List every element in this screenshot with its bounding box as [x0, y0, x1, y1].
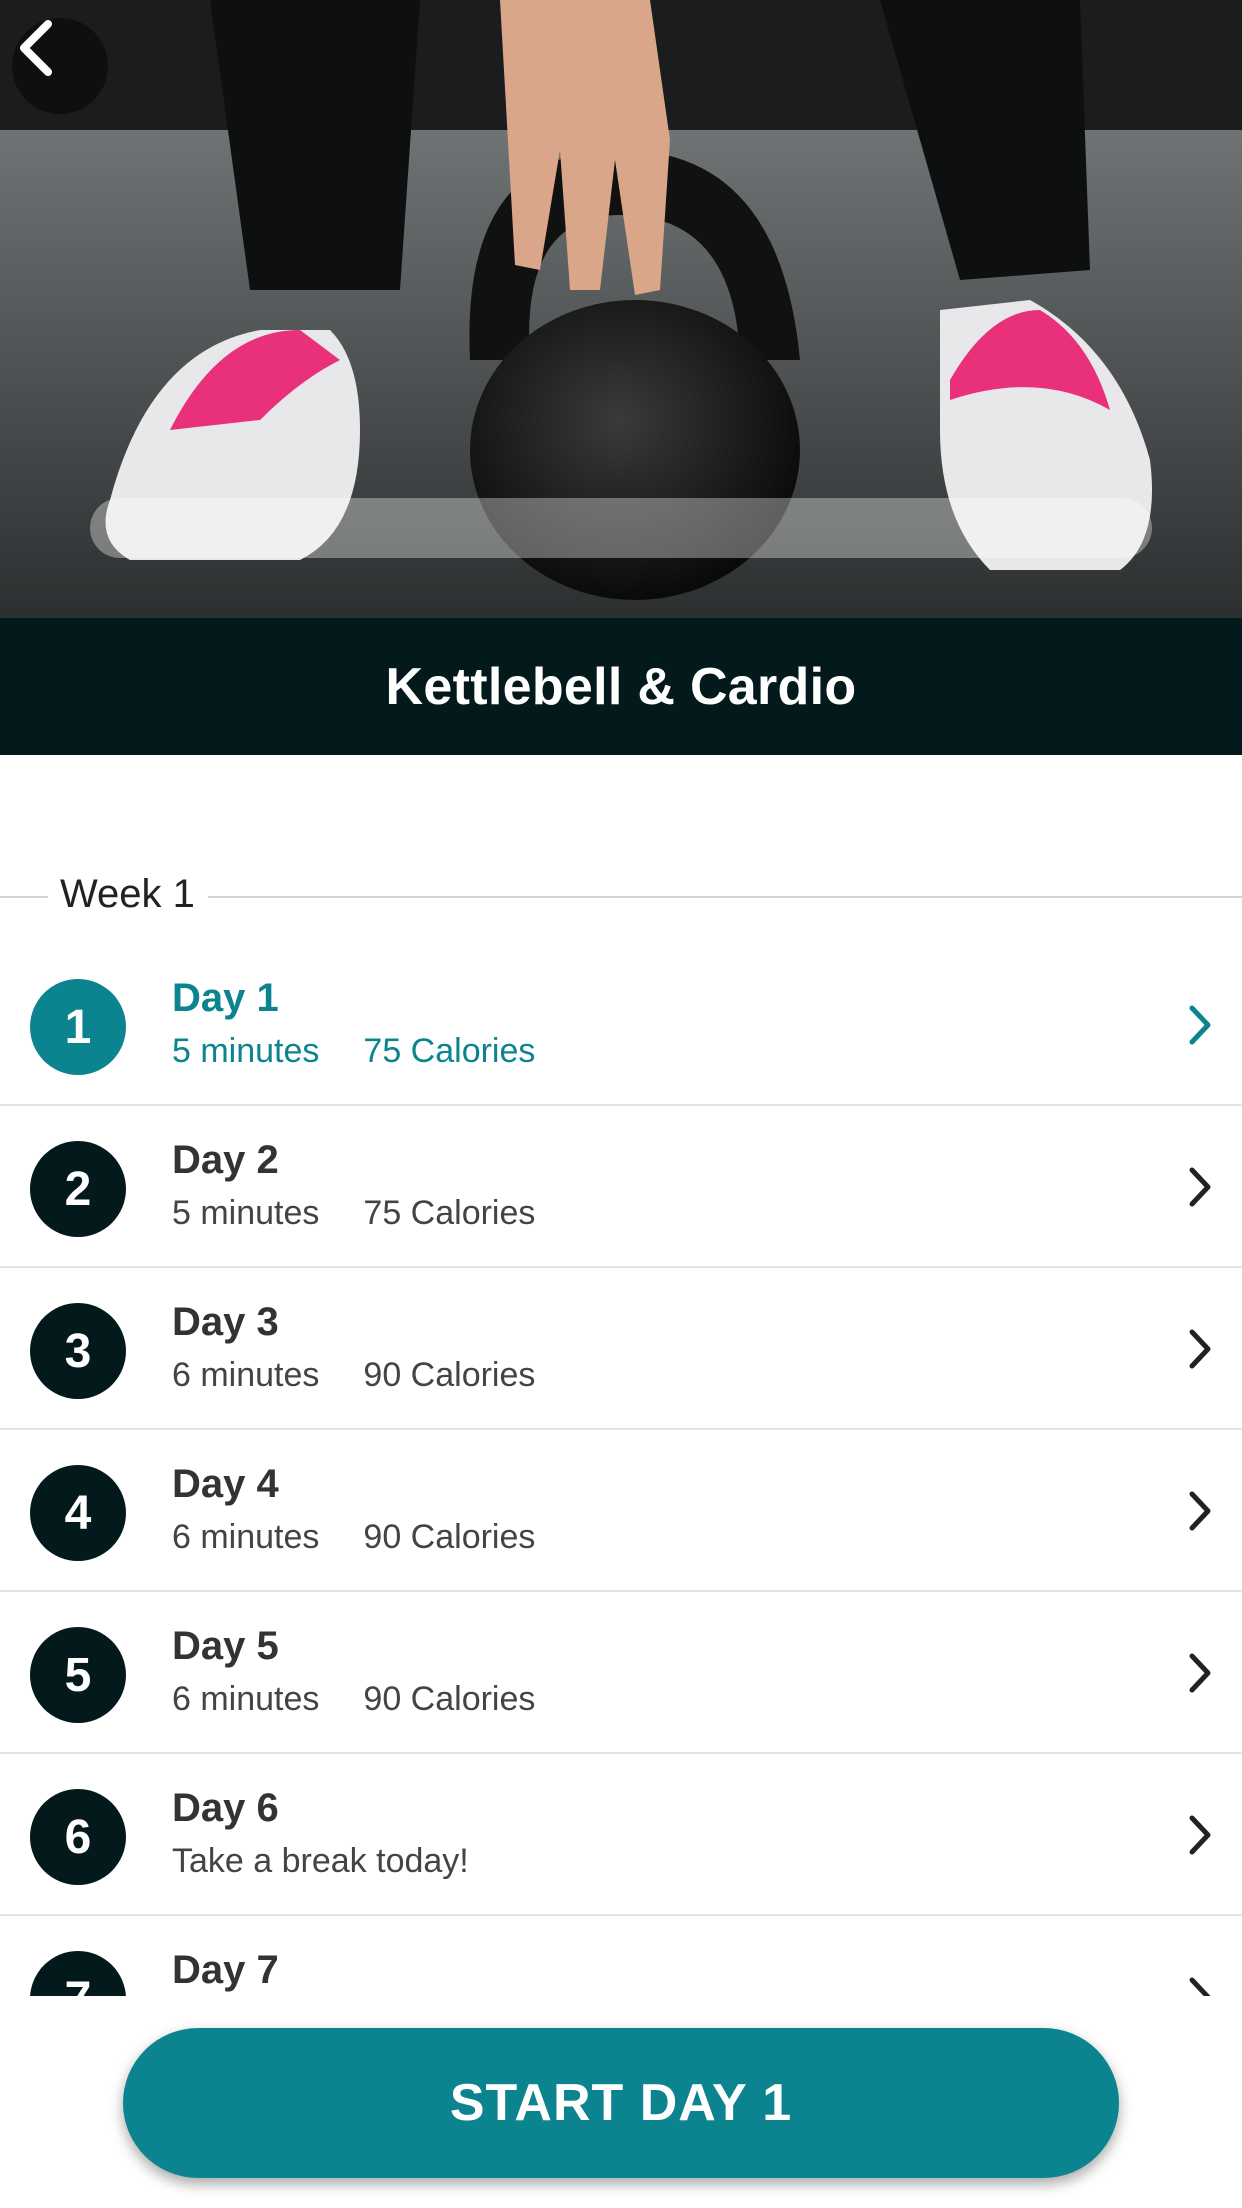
title-bar: Kettlebell & Cardio	[0, 618, 1242, 755]
day-calories: 75 Calories	[363, 1032, 536, 1070]
hero-image	[0, 0, 1242, 618]
day-duration: 6 minutes	[172, 1356, 320, 1394]
day-calories: 90 Calories	[363, 1518, 536, 1556]
start-day-button[interactable]: START DAY 1	[123, 2028, 1119, 2178]
day-title: Day 1	[172, 976, 279, 1020]
day-details: 6 minutes 90 Calories	[172, 1518, 535, 1557]
day-row-3[interactable]: 3 Day 3 6 minutes 90 Calories	[0, 1268, 1242, 1430]
day-title: Day 3	[172, 1300, 279, 1344]
day-row-1[interactable]: 1 Day 1 5 minutes 75 Calories	[0, 944, 1242, 1106]
day-row-6[interactable]: 6 Day 6 Take a break today!	[0, 1754, 1242, 1916]
day-details: 5 minutes 75 Calories	[172, 1032, 535, 1071]
day-details: 6 minutes 90 Calories	[172, 1680, 535, 1719]
day-row-2[interactable]: 2 Day 2 5 minutes 75 Calories	[0, 1106, 1242, 1268]
day-number-badge: 1	[30, 979, 126, 1075]
day-number-badge: 6	[30, 1789, 126, 1885]
page-title: Kettlebell & Cardio	[385, 657, 857, 716]
day-calories: 90 Calories	[363, 1356, 536, 1394]
back-chevron-icon	[20, 20, 52, 76]
chevron-right-icon	[1189, 1491, 1211, 1531]
week-label: Week 1	[60, 872, 195, 916]
day-details: 6 minutes 90 Calories	[172, 1356, 535, 1395]
day-title: Day 5	[172, 1624, 279, 1668]
day-title: Day 2	[172, 1138, 279, 1182]
back-button[interactable]	[12, 18, 108, 114]
divider	[0, 896, 48, 898]
chevron-right-icon	[1189, 1977, 1211, 1996]
day-title: Day 6	[172, 1786, 279, 1830]
day-list: 1 Day 1 5 minutes 75 Calories 2 Day 2 5 m…	[0, 944, 1242, 1996]
day-duration: 5 minutes	[172, 1194, 320, 1232]
chevron-right-icon	[1189, 1815, 1211, 1855]
day-number-badge: 3	[30, 1303, 126, 1399]
day-title: Day 7	[172, 1948, 279, 1992]
chevron-right-icon	[1189, 1005, 1211, 1045]
day-row-7[interactable]: 7 Day 7	[0, 1916, 1242, 1996]
day-duration: 6 minutes	[172, 1518, 320, 1556]
day-number-badge: 4	[30, 1465, 126, 1561]
day-number-badge: 5	[30, 1627, 126, 1723]
day-calories: 90 Calories	[363, 1680, 536, 1718]
day-number-badge: 2	[30, 1141, 126, 1237]
day-duration: 6 minutes	[172, 1680, 320, 1718]
chevron-right-icon	[1189, 1167, 1211, 1207]
day-details: 5 minutes 75 Calories	[172, 1194, 535, 1233]
day-row-4[interactable]: 4 Day 4 6 minutes 90 Calories	[0, 1430, 1242, 1592]
chevron-right-icon	[1189, 1653, 1211, 1693]
week-separator: Week 1	[0, 868, 1242, 924]
day-calories: 75 Calories	[363, 1194, 536, 1232]
day-number-badge: 7	[30, 1951, 126, 1996]
divider	[208, 896, 1242, 898]
chevron-right-icon	[1189, 1329, 1211, 1369]
kettlebell-photo-illustration	[0, 0, 1242, 618]
rest-day-note: Take a break today!	[172, 1842, 469, 1880]
day-row-5[interactable]: 5 Day 5 6 minutes 90 Calories	[0, 1592, 1242, 1754]
day-duration: 5 minutes	[172, 1032, 320, 1070]
day-title: Day 4	[172, 1462, 279, 1506]
